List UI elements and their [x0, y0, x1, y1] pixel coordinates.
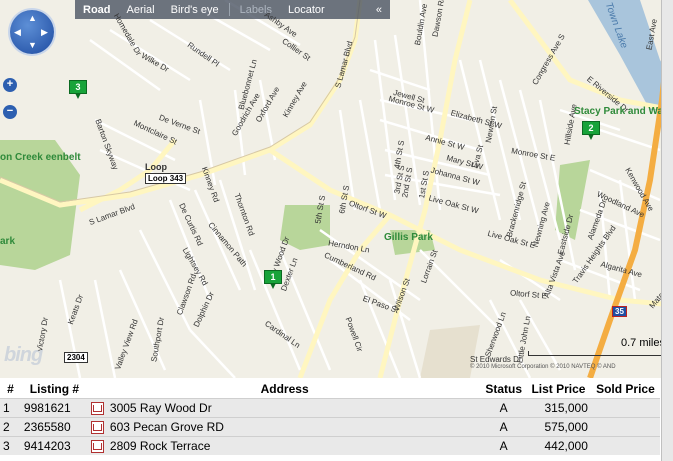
listing-table: # Listing # Address Status List Price So…: [0, 380, 660, 455]
col-header-list-price[interactable]: List Price: [526, 380, 591, 399]
listing-pin-1[interactable]: 1: [264, 270, 282, 289]
col-header-listing[interactable]: Listing #: [20, 380, 88, 399]
zoom-out-button[interactable]: −: [3, 105, 17, 119]
map-view[interactable]: Road Aerial Bird's eye Labels Locator « …: [0, 0, 673, 378]
list-price-cell: 315,000: [526, 398, 591, 418]
address-cell: 603 Pecan Grove RD: [87, 417, 482, 437]
tab-road[interactable]: Road: [75, 4, 119, 16]
col-header-sold-price[interactable]: Sold Price: [590, 380, 660, 399]
listing-number[interactable]: 2365580: [20, 417, 88, 437]
sold-price-cell: [590, 417, 660, 437]
table-row[interactable]: 2 2365580 603 Pecan Grove RD A 575,000: [0, 417, 660, 437]
sold-price-cell: [590, 436, 660, 455]
bing-logo: bing: [4, 344, 43, 366]
scale-bar: 0.7 miles: [528, 337, 665, 357]
pan-down-icon[interactable]: ▼: [28, 41, 37, 50]
row-number: 1: [0, 398, 21, 418]
map-copyright: © 2010 Microsoft Corporation © 2010 NAVT…: [470, 364, 616, 370]
table-row[interactable]: 1 9981621 3005 Ray Wood Dr A 315,000: [0, 398, 660, 418]
row-number: 2: [0, 417, 21, 437]
park-label-zilker: ark: [0, 236, 16, 247]
table-row[interactable]: 3 9414203 2809 Rock Terrace A 442,000: [0, 436, 660, 455]
map-canvas[interactable]: [0, 0, 673, 378]
row-number: 3: [0, 436, 21, 455]
pan-left-icon[interactable]: ◀: [14, 28, 21, 37]
park-label-barton-creek: on Creek eenbelt: [0, 152, 81, 163]
highway-shield-2304: 2304: [64, 352, 88, 363]
street-label: St Edwards Dr: [470, 355, 522, 364]
listing-pin-3[interactable]: 3: [69, 80, 87, 99]
listing-pin-2[interactable]: 2: [582, 121, 600, 140]
address-text: 2809 Rock Terrace: [109, 438, 211, 453]
col-header-status[interactable]: Status: [481, 380, 527, 399]
address-cell: 2809 Rock Terrace: [87, 436, 482, 455]
status-cell: A: [481, 436, 527, 455]
park-label-stacy: Stacy Park and Wading Pool: [574, 106, 673, 117]
toolbar-divider: [228, 3, 230, 16]
listing-number[interactable]: 9414203: [20, 436, 88, 455]
listing-number[interactable]: 9981621: [20, 398, 88, 418]
tab-birds-eye[interactable]: Bird's eye: [163, 4, 227, 16]
status-cell: A: [481, 417, 527, 437]
st-edwards-area: [420, 325, 480, 378]
house-icon[interactable]: [90, 402, 104, 416]
col-header-number[interactable]: #: [0, 380, 21, 399]
interstate-shield-35: 35: [612, 306, 627, 317]
double-chevron-left-icon[interactable]: «: [368, 4, 390, 16]
pan-compass-control[interactable]: ▲ ▼ ◀ ▶: [10, 10, 54, 54]
tab-locator[interactable]: Locator: [280, 4, 333, 16]
house-icon[interactable]: [90, 440, 104, 454]
pan-up-icon[interactable]: ▲: [28, 14, 37, 23]
col-header-address[interactable]: Address: [87, 380, 482, 399]
vertical-scrollbar[interactable]: [661, 0, 673, 461]
list-price-cell: 575,000: [526, 417, 591, 437]
address-text: 3005 Ray Wood Dr: [109, 400, 212, 415]
highway-shield-343: Loop 343: [145, 173, 187, 184]
house-icon[interactable]: [90, 421, 104, 435]
address-text: 603 Pecan Grove RD: [109, 419, 224, 434]
table-header-row: # Listing # Address Status List Price So…: [0, 380, 660, 399]
address-cell: 3005 Ray Wood Dr: [87, 398, 482, 418]
park-label-gillis: Gillis Park: [384, 232, 433, 243]
zoom-in-button[interactable]: +: [3, 78, 17, 92]
pan-right-icon[interactable]: ▶: [41, 28, 48, 37]
sold-price-cell: [590, 398, 660, 418]
loop-label: Loop: [145, 162, 167, 172]
scale-label: 0.7 miles: [620, 337, 665, 349]
status-cell: A: [481, 398, 527, 418]
scale-ruler: [528, 351, 665, 356]
list-price-cell: 442,000: [526, 436, 591, 455]
tab-aerial[interactable]: Aerial: [119, 4, 163, 16]
